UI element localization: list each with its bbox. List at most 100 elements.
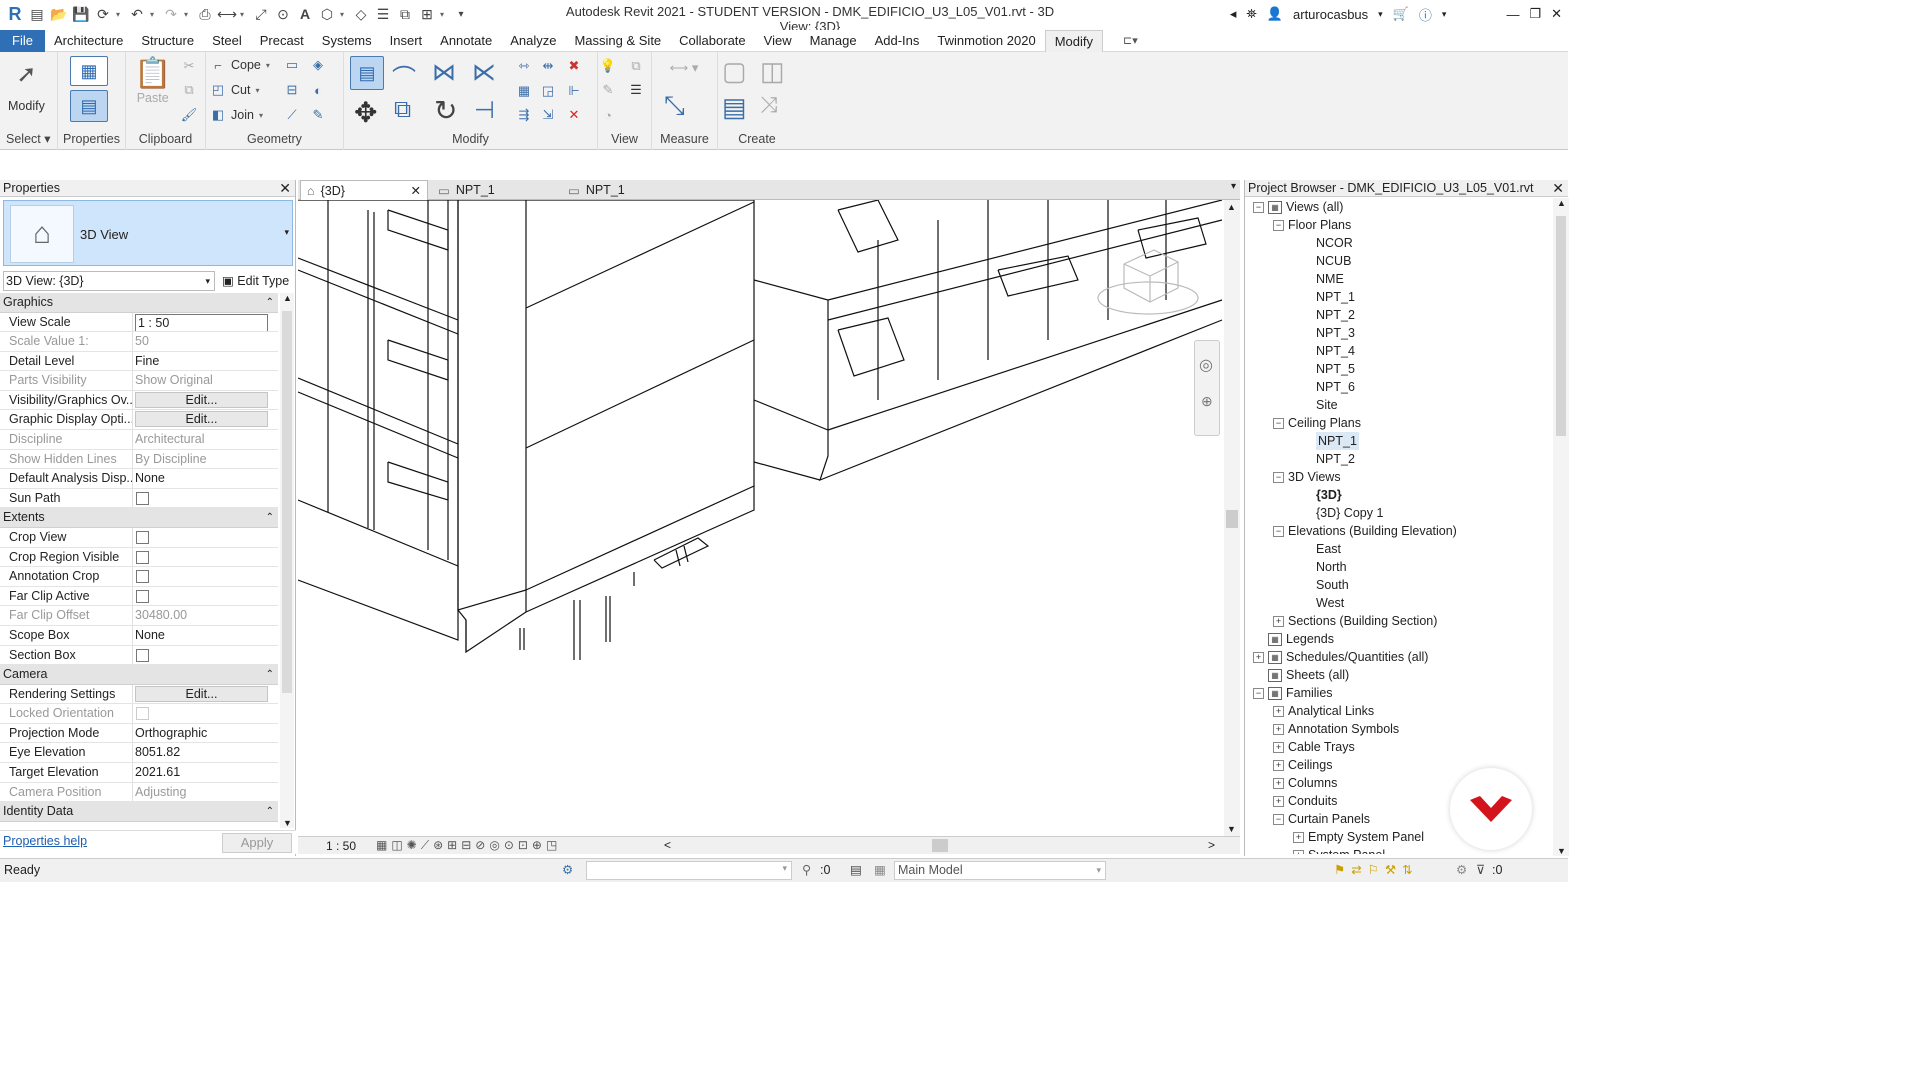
zoom-region-icon[interactable]: ⊕ [1201, 393, 1213, 410]
user-name[interactable]: arturocasbus [1293, 7, 1368, 22]
mirror-draw-axis-icon[interactable]: ⋉ [472, 58, 496, 87]
section-graphics[interactable]: Graphics ⌃ [0, 293, 278, 313]
browser-scroll-thumb[interactable] [1556, 216, 1566, 436]
scroll-down-icon[interactable]: ▼ [283, 818, 292, 828]
section-icon[interactable]: ◇ [352, 5, 370, 23]
expand-icon[interactable]: + [1273, 759, 1284, 771]
filter-view-icon[interactable]: ◔ [600, 107, 616, 123]
collapse-icon[interactable]: ⌃ [266, 665, 274, 684]
properties-toggle-button[interactable]: ▤ [70, 90, 108, 122]
tab-systems[interactable]: Systems [313, 30, 381, 52]
properties-scrollbar[interactable]: ▲ ▼ [280, 293, 294, 828]
tree-node[interactable]: + Ceilings [1273, 756, 1332, 774]
collapse-icon[interactable]: − [1253, 687, 1264, 699]
collapse-icon[interactable]: − [1273, 417, 1284, 429]
tab-analyze[interactable]: Analyze [501, 30, 565, 52]
thin-lines-icon[interactable]: ☰ [374, 5, 392, 23]
scale-icon[interactable]: ◲ [540, 83, 556, 99]
property-value[interactable] [133, 489, 278, 508]
type-dropdown-icon[interactable]: ▾ [284, 227, 289, 238]
property-value[interactable]: None [133, 469, 278, 488]
tree-node[interactable]: ▦ Sheets (all) [1253, 666, 1349, 684]
property-checkbox[interactable] [136, 648, 149, 662]
customize-qat-icon[interactable]: ▾ [452, 5, 470, 23]
horizontal-scroll-right-icon[interactable]: > [1208, 838, 1215, 852]
tree-node[interactable]: + Sections (Building Section) [1273, 612, 1437, 630]
expand-icon[interactable]: + [1273, 741, 1284, 753]
remove-paint-icon[interactable]: ✎ [310, 107, 326, 123]
properties-help-link[interactable]: Properties help [3, 834, 87, 848]
edit-button[interactable]: Edit... [135, 685, 268, 702]
tree-node[interactable]: − Elevations (Building Elevation) [1273, 522, 1457, 540]
tree-node[interactable]: + Annotation Symbols [1273, 720, 1399, 738]
view-scroll-thumb[interactable] [1226, 510, 1238, 528]
create-parts-icon[interactable]: ◫ [760, 56, 785, 87]
view-tab-0[interactable]: ⌂ {3D} ✕ [300, 180, 428, 200]
expand-icon[interactable]: + [1253, 651, 1264, 663]
redo-icon[interactable]: ↷ [162, 5, 180, 23]
view-tab-1[interactable]: ▭ NPT_1 [432, 180, 558, 200]
property-checkbox[interactable] [136, 589, 149, 603]
tab-insert[interactable]: Insert [381, 30, 432, 52]
close-hidden-icon[interactable]: ⧉ [396, 5, 414, 23]
property-value[interactable] [133, 587, 278, 606]
design-options-icon[interactable]: ▦ [874, 862, 886, 877]
tree-node[interactable]: + System Panel [1293, 846, 1385, 854]
tree-node[interactable]: NCUB [1293, 252, 1351, 270]
tab-file[interactable]: File [0, 29, 45, 52]
properties-scroll-thumb[interactable] [282, 311, 292, 693]
property-checkbox[interactable] [136, 491, 149, 505]
aligned-dimension-ribbon-icon[interactable]: ⤡ [664, 90, 685, 122]
property-value[interactable] [133, 646, 278, 665]
help-icon[interactable]: ⓘ [1419, 5, 1432, 24]
view-scale-input[interactable]: 1 : 50 [135, 313, 268, 332]
view-tab-2[interactable]: ▭ NPT_1 [562, 180, 688, 200]
tree-node[interactable]: + Empty System Panel [1293, 828, 1424, 846]
edit-button[interactable]: Edit... [135, 411, 268, 428]
property-value[interactable]: Edit... [133, 685, 278, 704]
tab-architecture[interactable]: Architecture [45, 30, 132, 52]
measure-icon[interactable]: ⟷ [217, 5, 237, 23]
tab-list-dropdown-icon[interactable]: ▾ [1231, 181, 1236, 192]
modify-button[interactable]: ➚ Modify [8, 60, 45, 113]
move-icon[interactable]: ✥ [354, 96, 377, 129]
tree-node[interactable]: North [1293, 558, 1347, 576]
edit-type-button[interactable]: ▣ Edit Type [222, 271, 289, 291]
view-scroll-down-icon[interactable]: ▼ [1227, 824, 1236, 834]
tab-modify[interactable]: Modify [1044, 29, 1103, 52]
close-window-icon[interactable]: ✕ [1551, 6, 1562, 22]
property-checkbox[interactable] [136, 570, 149, 584]
tree-node[interactable]: − Ceiling Plans [1273, 414, 1361, 432]
unpin-icon[interactable]: ✖ [566, 58, 582, 74]
tree-node[interactable]: NCOR [1293, 234, 1353, 252]
tree-node[interactable]: NPT_3 [1293, 324, 1355, 342]
split-element-icon[interactable]: ⇿ [516, 58, 532, 74]
property-value[interactable]: None [133, 626, 278, 645]
text-icon[interactable]: A [296, 5, 314, 23]
tab-view[interactable]: View [755, 30, 801, 52]
trim-single-icon[interactable]: ⇲ [540, 107, 556, 123]
expand-icon[interactable]: + [1273, 777, 1284, 789]
recent-files-icon[interactable]: ▤ [28, 5, 46, 23]
collapse-icon[interactable]: − [1273, 471, 1284, 483]
tree-node[interactable]: − ▦ Views (all) [1253, 198, 1343, 216]
collapse-icon[interactable]: − [1273, 525, 1284, 537]
expand-icon[interactable]: + [1273, 795, 1284, 807]
trim-extend-icon[interactable]: ⊣ [474, 96, 495, 125]
tab-massing-site[interactable]: Massing & Site [565, 30, 670, 52]
tab-twinmotion-2020[interactable]: Twinmotion 2020 [928, 30, 1044, 52]
worksets-icon[interactable]: ⚙ [562, 862, 573, 877]
align-icon[interactable]: ▤ [350, 56, 384, 90]
tree-node[interactable]: − Floor Plans [1273, 216, 1351, 234]
join-button[interactable]: ◧ Join ▾ [210, 107, 267, 123]
help-dropdown-icon[interactable]: ▾ [1442, 9, 1447, 20]
view-hscroll-thumb[interactable] [932, 839, 948, 852]
demolish-icon[interactable]: ⊟ [284, 82, 300, 98]
rotate-icon[interactable]: ↻ [434, 94, 457, 127]
tab-structure[interactable]: Structure [132, 30, 203, 52]
linework-icon[interactable]: ⧉ [628, 58, 644, 74]
wall-joins-icon[interactable]: ▭ [284, 57, 300, 73]
create-assembly-icon[interactable]: ▢ [722, 56, 747, 87]
tab-steel[interactable]: Steel [203, 30, 251, 52]
tree-node[interactable]: + Cable Trays [1273, 738, 1355, 756]
